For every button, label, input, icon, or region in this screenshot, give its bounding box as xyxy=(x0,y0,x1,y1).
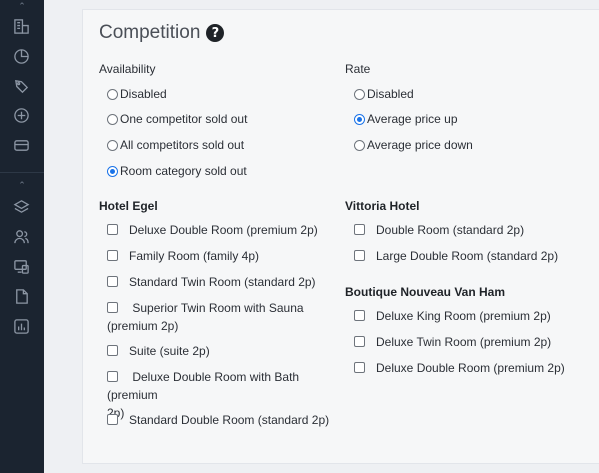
collapse-caret-icon[interactable]: ⌃ xyxy=(0,2,44,11)
vittoria-hotel-title: Vittoria Hotel xyxy=(345,199,420,213)
room-label: Double Room (standard 2p) xyxy=(376,223,525,237)
room-label: Family Room (family 4p) xyxy=(129,249,260,263)
checkbox[interactable] xyxy=(354,362,365,373)
availability-label: Availability xyxy=(99,62,156,76)
checkbox[interactable] xyxy=(107,224,118,235)
room-checkbox-row[interactable]: Deluxe Double Room (premium 2p) xyxy=(107,221,318,239)
room-label: Deluxe Double Room with Bath (premium xyxy=(107,370,300,402)
radio-button[interactable] xyxy=(354,139,365,151)
building-icon[interactable] xyxy=(12,17,31,36)
availability-option-disabled[interactable]: Disabled xyxy=(107,87,167,101)
checkbox[interactable] xyxy=(354,250,365,261)
room-checkbox-row[interactable]: Suite (suite 2p) xyxy=(107,342,210,360)
room-label: Standard Twin Room (standard 2p) xyxy=(129,275,316,289)
radio-button[interactable] xyxy=(107,88,118,100)
users-icon[interactable] xyxy=(12,227,31,246)
room-checkbox-row[interactable]: Standard Double Room (standard 2p) xyxy=(107,411,329,429)
checkbox[interactable] xyxy=(107,414,118,425)
report-icon[interactable] xyxy=(12,317,31,336)
radio-label: Room category sold out xyxy=(120,164,247,178)
room-label: Deluxe Twin Room (premium 2p) xyxy=(376,335,552,349)
radio-button[interactable] xyxy=(107,113,118,125)
checkbox[interactable] xyxy=(354,224,365,235)
radio-label: Average price down xyxy=(367,138,473,152)
availability-option-room-category-sold-out[interactable]: Room category sold out xyxy=(107,164,247,178)
room-label: Deluxe Double Room (premium 2p) xyxy=(129,223,318,237)
collapse-caret-icon[interactable]: ⌃ xyxy=(0,181,44,190)
radio-button-selected[interactable] xyxy=(354,113,365,125)
hotel-egel-title: Hotel Egel xyxy=(99,199,158,213)
panel-title: Competition ? xyxy=(99,22,225,44)
room-checkbox-row[interactable]: Double Room (standard 2p) xyxy=(354,221,524,239)
sidebar-divider xyxy=(0,172,44,173)
checkbox[interactable] xyxy=(354,336,365,347)
room-checkbox-row[interactable]: Deluxe King Room (premium 2p) xyxy=(354,307,551,325)
radio-label: Disabled xyxy=(367,87,414,101)
rate-label: Rate xyxy=(345,62,371,76)
room-label: Suite (suite 2p) xyxy=(129,344,210,358)
help-icon[interactable]: ? xyxy=(206,24,225,42)
layers-icon[interactable] xyxy=(12,197,31,216)
plus-circle-icon[interactable] xyxy=(12,106,31,125)
availability-option-all-sold-out[interactable]: All competitors sold out xyxy=(107,138,244,152)
room-label: Superior Twin Room with Sauna xyxy=(132,301,304,315)
checkbox[interactable] xyxy=(354,310,365,321)
room-label: Deluxe Double Room (premium 2p) xyxy=(376,361,565,375)
room-checkbox-row[interactable]: Large Double Room (standard 2p) xyxy=(354,247,558,265)
room-checkbox-row[interactable]: Deluxe Twin Room (premium 2p) xyxy=(354,333,551,351)
room-checkbox-row[interactable]: Superior Twin Room with Sauna (premium 2… xyxy=(107,299,347,335)
room-checkbox-row[interactable]: Standard Twin Room (standard 2p) xyxy=(107,273,316,291)
tag-icon[interactable] xyxy=(12,77,31,96)
availability-option-one-sold-out[interactable]: One competitor sold out xyxy=(107,112,247,126)
checkbox[interactable] xyxy=(107,250,118,261)
radio-label: Average price up xyxy=(367,112,458,126)
radio-button[interactable] xyxy=(354,88,365,100)
document-icon[interactable] xyxy=(12,287,31,306)
room-label-continued: (premium 2p) xyxy=(107,319,179,333)
rate-option-price-up[interactable]: Average price up xyxy=(354,112,458,126)
checkbox[interactable] xyxy=(107,276,118,287)
devices-icon[interactable] xyxy=(12,257,31,276)
room-label: Standard Double Room (standard 2p) xyxy=(129,413,330,427)
radio-button[interactable] xyxy=(107,139,118,151)
chart-pie-icon[interactable] xyxy=(12,47,31,66)
checkbox[interactable] xyxy=(107,345,118,356)
sidebar: ⌃ ⌃ xyxy=(0,0,44,473)
radio-label: One competitor sold out xyxy=(120,112,248,126)
room-label: Large Double Room (standard 2p) xyxy=(376,249,559,263)
checkbox[interactable] xyxy=(107,302,118,313)
panel-title-text: Competition xyxy=(99,22,201,43)
room-label: Deluxe King Room (premium 2p) xyxy=(376,309,551,323)
radio-label: Disabled xyxy=(120,87,167,101)
rate-option-disabled[interactable]: Disabled xyxy=(354,87,414,101)
rate-option-price-down[interactable]: Average price down xyxy=(354,138,473,152)
radio-button-selected[interactable] xyxy=(107,165,118,177)
card-icon[interactable] xyxy=(12,136,31,155)
radio-label: All competitors sold out xyxy=(120,138,245,152)
room-checkbox-row[interactable]: Family Room (family 4p) xyxy=(107,247,259,265)
room-checkbox-row[interactable]: Deluxe Double Room (premium 2p) xyxy=(354,359,565,377)
boutique-hotel-title: Boutique Nouveau Van Ham xyxy=(345,285,506,299)
checkbox[interactable] xyxy=(107,371,118,382)
